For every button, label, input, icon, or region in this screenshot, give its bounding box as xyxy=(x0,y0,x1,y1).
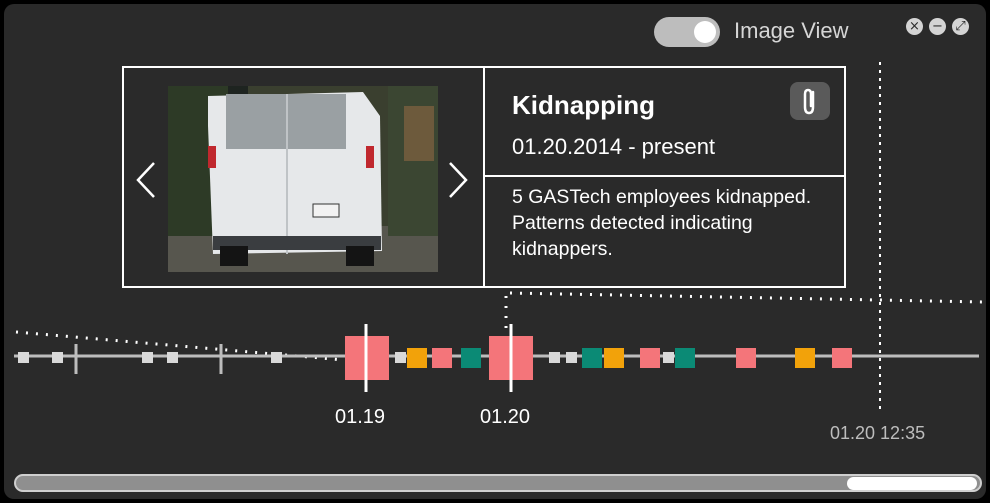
app-frame: Image View × − ⤢ Kidnapping 01.20.2014 -… xyxy=(0,0,990,503)
close-icon[interactable]: × xyxy=(906,18,923,35)
event-title: Kidnapping xyxy=(512,90,655,120)
event-date-range: 01.20.2014 - present xyxy=(512,134,716,159)
event-marker[interactable] xyxy=(142,352,153,363)
event-marker[interactable] xyxy=(271,352,282,363)
event-marker[interactable] xyxy=(604,348,624,368)
event-description: 5 GASTech employees kidnapped. Patterns … xyxy=(512,186,812,260)
previous-image-arrow-icon[interactable] xyxy=(134,160,160,200)
current-time-label: 01.20 12:35 xyxy=(830,423,926,443)
event-marker[interactable] xyxy=(549,352,560,363)
event-marker[interactable] xyxy=(736,348,756,368)
event-marker[interactable] xyxy=(582,348,602,368)
image-view-toggle[interactable] xyxy=(654,17,720,47)
card-divider xyxy=(483,68,485,286)
event-marker[interactable] xyxy=(395,352,406,363)
event-marker[interactable] xyxy=(432,348,452,368)
event-marker[interactable] xyxy=(832,348,852,368)
next-image-arrow-icon[interactable] xyxy=(444,160,470,200)
event-marker[interactable] xyxy=(407,348,427,368)
event-marker[interactable] xyxy=(18,352,29,363)
event-photo[interactable] xyxy=(168,86,438,272)
event-marker[interactable] xyxy=(167,352,178,363)
event-marker[interactable] xyxy=(566,352,577,363)
card-divider xyxy=(485,175,844,177)
image-view-label: Image View xyxy=(734,18,849,43)
scrollbar-thumb[interactable] xyxy=(847,477,977,490)
date-label: 01.20 xyxy=(480,406,531,428)
date-label: 01.19 xyxy=(335,406,386,428)
event-marker[interactable] xyxy=(52,352,63,363)
event-marker[interactable] xyxy=(640,348,660,368)
connector-dotted-line xyxy=(509,291,985,304)
event-marker[interactable] xyxy=(663,352,674,363)
timeline-scrollbar[interactable] xyxy=(14,474,982,492)
minimize-icon[interactable]: − xyxy=(929,18,946,35)
event-marker[interactable] xyxy=(461,348,481,368)
toggle-knob xyxy=(694,21,716,43)
expand-icon[interactable]: ⤢ xyxy=(952,18,969,35)
event-marker[interactable] xyxy=(795,348,815,368)
timeline-panel: Image View × − ⤢ Kidnapping 01.20.2014 -… xyxy=(4,4,986,499)
event-detail-card: Kidnapping 01.20.2014 - present 5 GASTec… xyxy=(122,66,846,288)
paperclip-icon xyxy=(803,88,815,115)
attachment-button[interactable] xyxy=(790,82,830,120)
event-marker[interactable] xyxy=(675,348,695,368)
